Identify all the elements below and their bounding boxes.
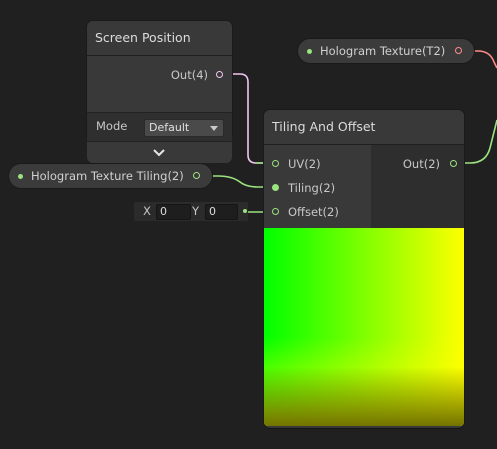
property-hologram-texture[interactable]: Hologram Texture(T2) <box>298 39 474 63</box>
output-label: Out(4) <box>170 68 208 82</box>
offset-y-label: Y <box>192 204 200 218</box>
property-dot <box>18 174 23 179</box>
inputs-column: UV(2) Tiling(2) Offset(2) <box>264 145 371 228</box>
input-port-tiling[interactable] <box>272 184 279 191</box>
preview-gradient-layer <box>264 228 464 426</box>
screen-position-node[interactable]: Screen Position Out(4) Mode Default <box>87 21 232 163</box>
property-dot <box>307 49 312 54</box>
input-label-uv: UV(2) <box>288 157 321 171</box>
outputs-column: Out(2) <box>371 145 464 228</box>
outputs-row: Out(4) <box>87 56 232 112</box>
offset-y-field[interactable]: 0 <box>205 204 238 220</box>
offset-x-field[interactable]: 0 <box>156 204 191 220</box>
dropdown-arrow-icon <box>210 126 218 131</box>
property-output-port[interactable] <box>193 172 200 179</box>
node-title[interactable]: Screen Position <box>87 21 232 56</box>
mode-dropdown[interactable]: Default <box>144 119 224 137</box>
output-port-out4[interactable] <box>216 71 223 78</box>
input-port-offset[interactable] <box>272 208 279 215</box>
input-label-tiling: Tiling(2) <box>288 181 336 195</box>
offset-inline-port-dot <box>243 209 247 213</box>
node-title[interactable]: Tiling And Offset <box>264 110 464 145</box>
offset-inline-editor: X 0 Y 0 <box>134 202 248 221</box>
offset-x-label: X <box>143 204 151 218</box>
mode-value: Default <box>149 121 190 134</box>
input-port-uv[interactable] <box>272 160 279 167</box>
output-port-out2[interactable] <box>450 160 457 167</box>
expand-toggle[interactable] <box>87 141 232 163</box>
mode-label: Mode <box>96 119 128 133</box>
property-label: Hologram Texture Tiling(2) <box>31 169 184 183</box>
input-label-offset: Offset(2) <box>288 205 339 219</box>
output-label: Out(2) <box>402 157 440 171</box>
property-hologram-texture-tiling[interactable]: Hologram Texture Tiling(2) <box>9 164 212 188</box>
chevron-down-icon <box>153 149 165 157</box>
mode-row: Mode Default <box>87 112 232 142</box>
property-output-port[interactable] <box>455 47 462 54</box>
property-label: Hologram Texture(T2) <box>320 44 446 58</box>
